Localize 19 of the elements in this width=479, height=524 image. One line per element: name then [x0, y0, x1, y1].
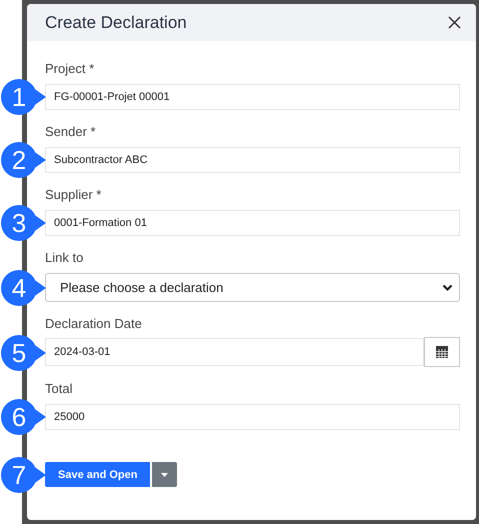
text-field[interactable]: FG-00001-Projet 00001 — [45, 84, 460, 110]
text-field[interactable]: 25000 — [45, 404, 460, 430]
text-field[interactable]: 0001-Formation 01 — [45, 210, 460, 236]
field-label: Total — [45, 381, 74, 396]
field-label: Sender * — [45, 124, 97, 139]
calendar-icon — [436, 346, 448, 358]
calendar-button[interactable] — [424, 337, 460, 367]
dialog-title: Create Declaration — [45, 12, 187, 32]
close-icon[interactable] — [448, 16, 461, 29]
field-label: Project * — [45, 61, 96, 76]
date-field[interactable]: 2024-03-01 — [45, 338, 424, 366]
dropdown-field[interactable]: Please choose a declaration — [45, 273, 460, 302]
field-label: Supplier * — [45, 187, 102, 202]
text-field[interactable]: Subcontractor ABC — [45, 147, 460, 173]
dropdown-toggle-button[interactable] — [152, 462, 178, 487]
caret-icon — [161, 472, 168, 476]
field-label: Link to — [45, 250, 84, 265]
field-label: Declaration Date — [45, 316, 143, 331]
chevron-icon — [442, 284, 453, 292]
